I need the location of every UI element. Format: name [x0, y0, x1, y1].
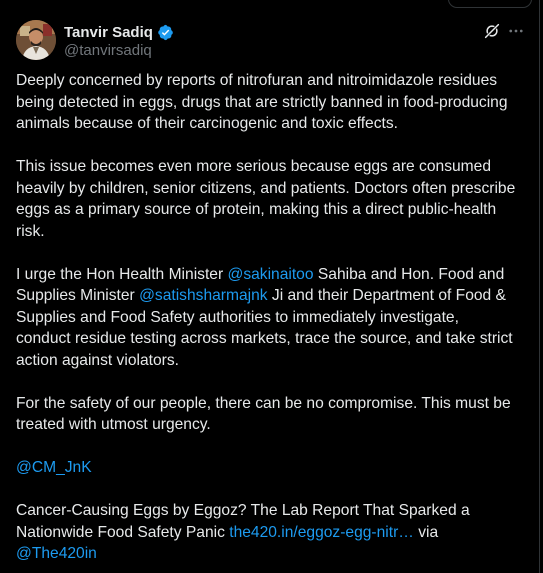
mention-link-satishsharmajnk[interactable]: @satishsharmajnk [139, 287, 268, 304]
author-name-row: Tanvir Sadiq [64, 22, 174, 42]
more-options-icon[interactable] [507, 22, 525, 40]
post-paragraph-3: I urge the Hon Health Minister @sakinait… [16, 264, 528, 372]
text-line: treated with utmost urgency. [16, 416, 211, 433]
text-line: For the safety of our people, there can … [16, 394, 511, 412]
text-fragment: I urge the Hon Health Minister [16, 265, 228, 283]
text-line: Deeply concerned by reports of nitrofura… [16, 72, 498, 89]
grok-icon[interactable] [483, 22, 501, 40]
text-line: Cancer-Causing Eggs by Eggoz? The Lab Re… [16, 502, 470, 519]
text-line: heavily by children, senior citizens, an… [16, 179, 516, 197]
text-line: Nationwide Food Safety Panic the420.in/e… [16, 522, 528, 544]
author-handle[interactable]: @tanvirsadiq [64, 42, 152, 59]
author-display-name[interactable]: Tanvir Sadiq [64, 24, 153, 41]
post-paragraph-5: @CM_JnK [16, 457, 528, 479]
text-line: animals because of their carcinogenic an… [16, 115, 398, 132]
text-fragment: Supplies Minister [16, 287, 140, 304]
text-fragment: Nationwide Food Safety Panic [16, 523, 230, 541]
post-paragraph-6: Cancer-Causing Eggs by Eggoz? The Lab Re… [16, 500, 528, 565]
text-line: Supplies Minister @satishsharmajnk Ji an… [16, 285, 528, 307]
mention-link-the420in[interactable]: @The420in [16, 545, 97, 562]
post-panel: Tanvir Sadiq @tanvirsadiq Deeply concern… [0, 0, 540, 573]
top-action-pill[interactable] [448, 0, 532, 8]
post-paragraph-2: This issue becomes even more serious bec… [16, 156, 528, 242]
post-body: Deeply concerned by reports of nitrofura… [16, 70, 528, 565]
post-paragraph-4: For the safety of our people, there can … [16, 393, 528, 436]
text-line: risk. [16, 222, 45, 240]
text-line: Supplies and Food Safety authorities to … [16, 308, 459, 326]
verified-badge-icon[interactable] [157, 24, 174, 41]
mention-link-sakinaitoo[interactable]: @sakinaitoo [227, 266, 313, 283]
text-line: being detected in eggs, drugs that are s… [16, 93, 508, 111]
text-line: action against violators. [16, 351, 179, 369]
text-fragment: via [413, 523, 439, 541]
text-line: This issue becomes even more serious bec… [16, 158, 491, 175]
mention-link-cm-jnk[interactable]: @CM_JnK [16, 459, 92, 476]
article-link[interactable]: the420.in/eggoz-egg-nitr… [229, 524, 414, 541]
text-line: conduct residue testing across markets, … [16, 330, 513, 347]
post-paragraph-1: Deeply concerned by reports of nitrofura… [16, 70, 528, 135]
text-line: @CM_JnK [16, 457, 528, 479]
text-fragment: Ji and their Department of Food & [267, 287, 506, 304]
avatar[interactable] [16, 20, 56, 60]
text-fragment: Sahiba and Hon. Food and [313, 265, 505, 283]
text-line: @The420in [16, 543, 528, 565]
text-line: I urge the Hon Health Minister @sakinait… [16, 264, 528, 286]
avatar-image [16, 20, 56, 60]
text-line: eggs as a primary source of protein, mak… [16, 201, 497, 218]
